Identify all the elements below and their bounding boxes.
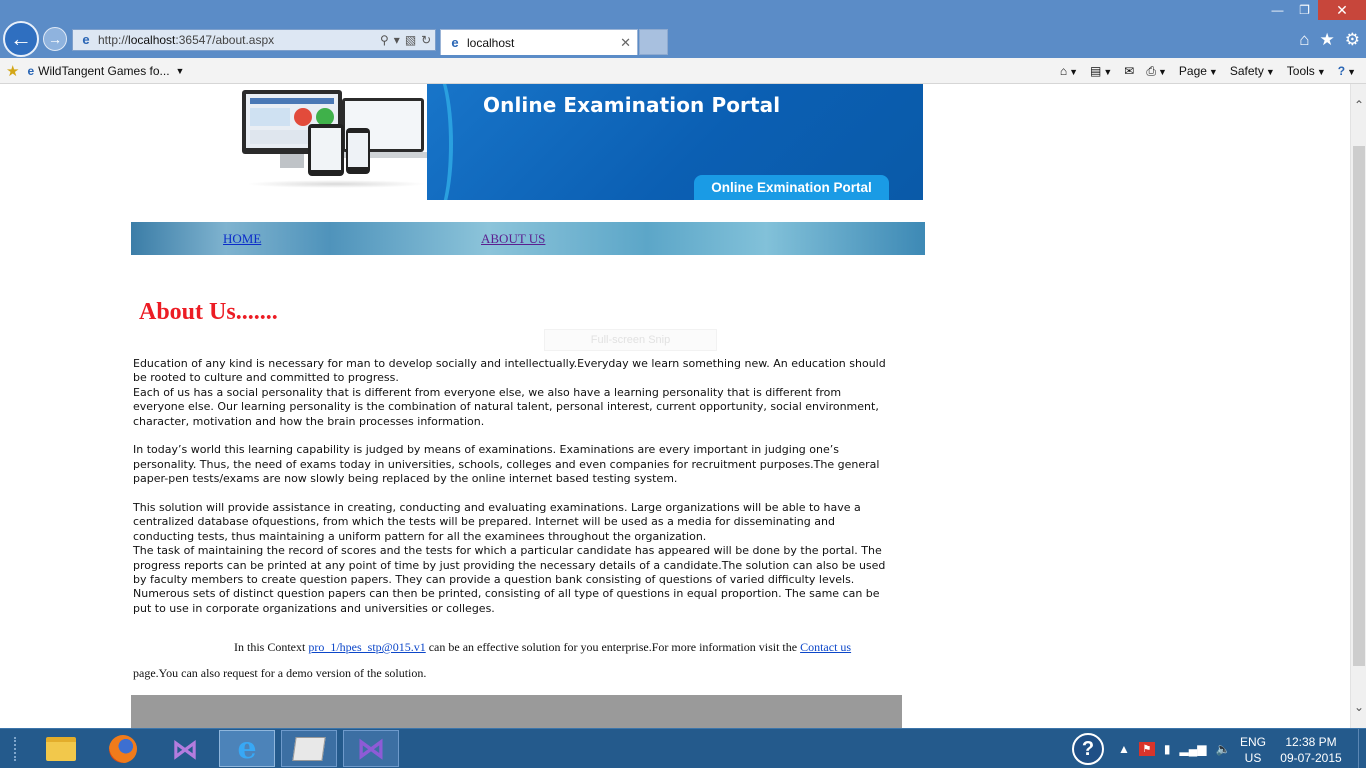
print-icon[interactable]: ⎙ ▼ <box>1146 64 1167 79</box>
home-page-icon[interactable]: ⌂ ▼ <box>1060 64 1078 78</box>
phone-image <box>346 128 370 174</box>
url-text[interactable]: http://localhost:36547/about.aspx <box>98 33 380 47</box>
ie-page-icon: e <box>82 32 90 47</box>
banner-title: Online Examination Portal <box>483 93 781 117</box>
page-menu[interactable]: Page ▼ <box>1179 64 1218 78</box>
nav-about-link[interactable]: ABOUT US <box>481 231 545 247</box>
forward-arrow-icon[interactable]: → <box>43 27 67 51</box>
home-icon[interactable]: ⌂ <box>1299 30 1309 50</box>
new-tab-button[interactable] <box>639 29 668 55</box>
back-arrow-icon[interactable]: ← <box>3 21 39 57</box>
scroll-down-icon[interactable]: ⌄ <box>1351 700 1366 714</box>
page-title: About Us....... <box>139 299 278 325</box>
visual-studio-icon: ⋈ <box>172 733 198 764</box>
taskbar-visual-studio-2013[interactable]: ⋈ <box>343 730 399 767</box>
safety-menu[interactable]: Safety ▼ <box>1230 64 1275 78</box>
vertical-scrollbar[interactable]: ⌃ ⌄ <box>1350 84 1366 728</box>
banner-blue-panel: Online Examination Portal Online Exminat… <box>427 84 923 200</box>
tray-expand-icon[interactable]: ▲ <box>1118 742 1130 756</box>
clock-date: 09-07-2015 <box>1280 751 1342 765</box>
battery-icon[interactable]: ▮ <box>1164 742 1171 756</box>
snipping-tool-icon <box>292 736 326 761</box>
firefox-icon <box>109 734 137 763</box>
close-window-icon[interactable]: ✕ <box>1318 0 1366 20</box>
tab-localhost[interactable]: e localhost ✕ <box>440 29 638 55</box>
tab-title: localhost <box>467 35 515 50</box>
paragraph: In today’s world this learning capabilit… <box>133 443 880 486</box>
taskbar-firefox[interactable] <box>95 730 151 767</box>
show-desktop-button[interactable] <box>1358 729 1366 768</box>
paragraph: Each of us has a social personality that… <box>133 385 879 428</box>
search-icon[interactable]: ⚲ <box>380 33 389 47</box>
tablet-image <box>308 124 344 176</box>
context-line: In this Context pro_1/hpes_stp@015.v1 ca… <box>234 640 852 654</box>
ie-tab-icon: e <box>451 35 459 50</box>
help-question-icon[interactable]: ? <box>1072 733 1104 765</box>
signal-icon[interactable]: ▂▄▆ <box>1180 742 1207 756</box>
language-indicator[interactable]: ENG US <box>1240 734 1266 766</box>
star-icon[interactable]: ★ <box>1320 30 1335 50</box>
clock-time: 12:38 PM <box>1285 735 1337 749</box>
site-banner: Online Examination Portal Online Exminat… <box>236 84 923 200</box>
address-bar[interactable]: e http://localhost:36547/about.aspx ⚲ ▾ … <box>72 29 436 51</box>
site-nav: HOME ABOUT US <box>131 222 925 255</box>
favorites-bar-item[interactable]: e WildTangent Games fo... ▼ <box>27 64 184 78</box>
taskbar-visual-studio[interactable]: ⋈ <box>157 730 213 767</box>
taskbar: ⋈ e ⋈ ? ▲ ⚑ ▮ ▂▄▆ 🔈 ENG US 12:38 PM 09-0… <box>0 728 1366 768</box>
mail-icon[interactable]: ✉ <box>1124 64 1134 78</box>
command-bar: ★ e WildTangent Games fo... ▼ ⌂ ▼ ▤ ▼ ✉ ⎙ ▼… <box>0 58 1366 84</box>
close-tab-icon[interactable]: ✕ <box>620 35 631 51</box>
refresh-icon[interactable]: ↻ <box>421 33 431 47</box>
paragraph: Education of any kind is necessary for m… <box>133 357 886 385</box>
devices-illustration <box>236 84 432 200</box>
clock[interactable]: 12:38 PM 09-07-2015 <box>1280 734 1342 766</box>
minimize-icon[interactable]: — <box>1264 0 1291 20</box>
system-tray: ▲ ⚑ ▮ ▂▄▆ 🔈 <box>1118 729 1230 768</box>
banner-tag: Online Exmination Portal <box>694 175 889 200</box>
scrollbar-thumb[interactable] <box>1353 146 1365 666</box>
context-tail: page.You can also request for a demo ver… <box>133 666 427 680</box>
page-viewport: Online Examination Portal Online Exminat… <box>0 84 1350 728</box>
taskbar-internet-explorer[interactable]: e <box>219 730 275 767</box>
restore-icon[interactable]: ❐ <box>1291 0 1318 20</box>
chevron-down-icon: ▼ <box>175 65 185 76</box>
taskbar-file-explorer[interactable] <box>33 730 89 767</box>
volume-icon[interactable]: 🔈 <box>1215 742 1230 756</box>
favorites-star-icon[interactable]: ★ <box>6 62 19 80</box>
visual-studio-2013-icon: ⋈ <box>357 732 385 764</box>
browser-titlebar: ← → e http://localhost:36547/about.aspx … <box>0 0 1366 58</box>
footer-bar <box>131 695 902 728</box>
dropdown-icon[interactable]: ▾ <box>394 33 400 47</box>
nav-home-link[interactable]: HOME <box>223 231 261 247</box>
gear-icon[interactable]: ⚙ <box>1345 30 1360 50</box>
folder-icon <box>46 736 76 761</box>
snip-overlay-label: Full-screen Snip <box>544 329 717 351</box>
ie-page-icon: e <box>27 63 35 78</box>
contact-us-link[interactable]: Contact us <box>800 640 851 654</box>
scroll-up-icon[interactable]: ⌃ <box>1351 98 1366 112</box>
about-text: Education of any kind is necessary for m… <box>133 357 893 616</box>
paragraph: This solution will provide assistance in… <box>133 501 861 543</box>
internet-explorer-icon: e <box>237 730 257 766</box>
action-center-icon[interactable]: ⚑ <box>1138 742 1155 756</box>
product-link[interactable]: pro_1/hpes_stp@015.v1 <box>308 640 425 654</box>
taskbar-snipping-tool[interactable] <box>281 730 337 767</box>
paragraph: The task of maintaining the record of sc… <box>133 544 886 615</box>
help-icon[interactable]: ? ▼ <box>1338 64 1356 78</box>
compat-icon[interactable]: ▧ <box>405 33 416 47</box>
rss-icon[interactable]: ▤ ▼ <box>1090 64 1112 78</box>
tools-menu[interactable]: Tools ▼ <box>1287 64 1326 78</box>
